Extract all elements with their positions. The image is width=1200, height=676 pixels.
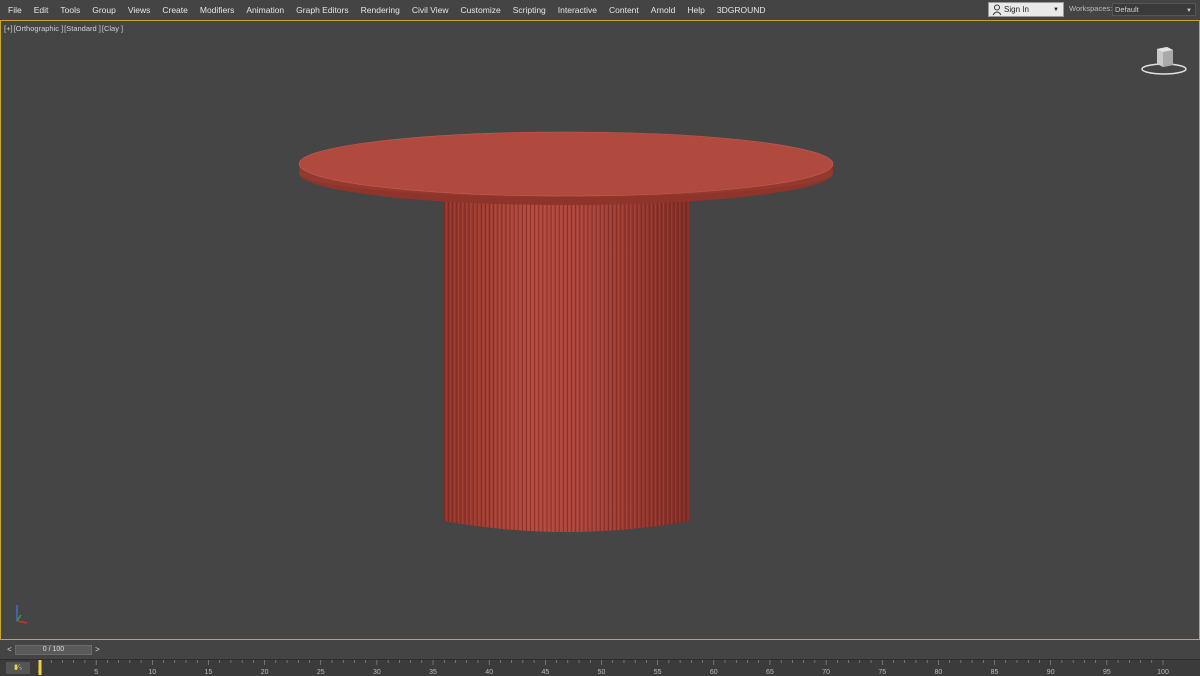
- workspaces-label: Workspaces:: [1069, 4, 1113, 13]
- menu-content[interactable]: Content: [603, 0, 645, 20]
- table-base: [444, 191, 689, 532]
- menu-graph-editors[interactable]: Graph Editors: [290, 0, 354, 20]
- menu-3dground[interactable]: 3DGROUND: [711, 0, 772, 20]
- menu-file[interactable]: File: [2, 0, 28, 20]
- frame-ruler[interactable]: 0510152025303540455055606570758085909510…: [0, 660, 1200, 676]
- sign-in-label: Sign In: [1004, 5, 1029, 14]
- next-frame-button[interactable]: >: [93, 645, 102, 655]
- menu-customize[interactable]: Customize: [455, 0, 507, 20]
- menu-edit[interactable]: Edit: [28, 0, 55, 20]
- menu-views[interactable]: Views: [122, 0, 157, 20]
- menu-interactive[interactable]: Interactive: [552, 0, 603, 20]
- chevron-down-icon: ▼: [1053, 7, 1059, 13]
- previous-frame-button[interactable]: <: [5, 645, 14, 655]
- menu-civil-view[interactable]: Civil View: [406, 0, 455, 20]
- table-model[interactable]: [1, 21, 1199, 639]
- menu-bar: File Edit Tools Group Views Create Modifiers An…: [0, 0, 1200, 21]
- menu-animation[interactable]: Animation: [240, 0, 290, 20]
- menu-modifiers[interactable]: Modifiers: [194, 0, 240, 20]
- current-frame-marker[interactable]: [38, 660, 42, 675]
- menu-scripting[interactable]: Scripting: [507, 0, 552, 20]
- time-slider[interactable]: 0 / 100: [15, 645, 92, 655]
- menu-rendering[interactable]: Rendering: [355, 0, 406, 20]
- workspace-select[interactable]: Default ▼: [1112, 3, 1196, 16]
- menu-items: File Edit Tools Group Views Create Modifiers An…: [0, 0, 772, 20]
- menu-tools[interactable]: Tools: [54, 0, 86, 20]
- sign-in-dropdown[interactable]: Sign In ▼: [988, 2, 1064, 17]
- chevron-down-icon: ▼: [1186, 8, 1192, 14]
- viewcube-icon[interactable]: [1137, 43, 1187, 77]
- menu-group[interactable]: Group: [86, 0, 122, 20]
- perspective-viewport[interactable]: [+] [Orthographic ] [Standard ] [Clay ]: [0, 20, 1200, 640]
- axis-tripod-icon: [16, 605, 28, 624]
- menu-help[interactable]: Help: [681, 0, 710, 20]
- time-slider-bar: < 0 / 100 >: [0, 641, 1200, 659]
- track-bar[interactable]: ▮⁄₅ 051015202530354045505560657075808590…: [0, 659, 1200, 676]
- workspace-value: Default: [1115, 5, 1139, 14]
- table-top: [298, 131, 834, 205]
- user-icon: [992, 4, 1002, 15]
- menu-arnold[interactable]: Arnold: [645, 0, 682, 20]
- menu-create[interactable]: Create: [156, 0, 194, 20]
